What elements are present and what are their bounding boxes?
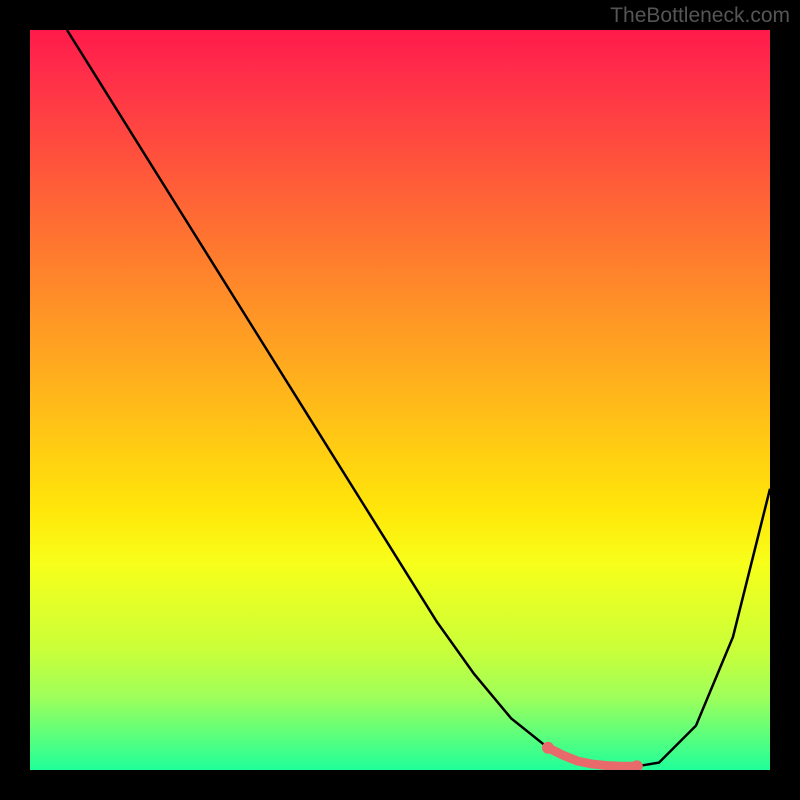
bottleneck-curve-path — [67, 30, 770, 766]
chart-svg — [30, 30, 770, 770]
highlight-start-dot — [542, 742, 554, 754]
highlight-end-dot — [631, 760, 643, 770]
highlight-segment-path — [548, 748, 637, 767]
chart-plot-area — [30, 30, 770, 770]
watermark-text: TheBottleneck.com — [610, 4, 790, 28]
